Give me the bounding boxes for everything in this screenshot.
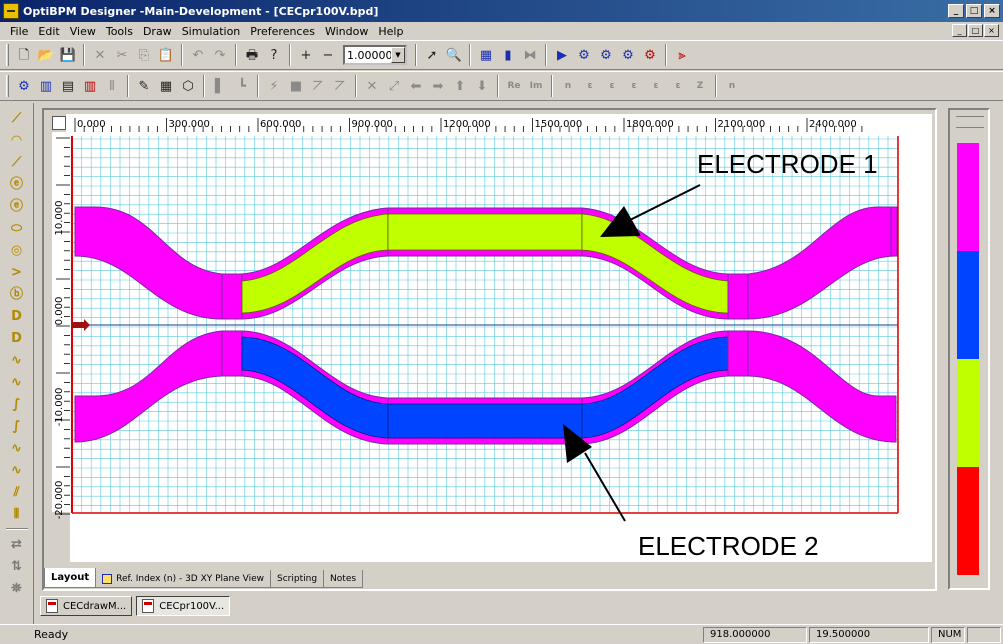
lower-output-straight[interactable] (727, 330, 749, 377)
color-band-green (957, 359, 979, 467)
document-tab-label: CECdrawM... (63, 600, 127, 612)
status-bar: Ready 918.000000 19.500000 NUM (0, 624, 1003, 644)
document-tab-cecpr100v[interactable]: CECpr100V... (136, 596, 231, 616)
x-axis-tick-label: 1500.000 (535, 119, 583, 130)
status-ready: Ready (34, 628, 69, 641)
x-axis-tick-label: 2100.000 (718, 119, 766, 130)
x-axis-tick-label: 1200.000 (443, 119, 491, 130)
electrode-2-straight[interactable] (387, 403, 583, 439)
y-axis-tick-label: 0.000 (54, 297, 65, 326)
triangle-icon (102, 573, 113, 584)
tab-ref-index-label: Ref. Index (n) - 3D XY Plane View (116, 573, 265, 584)
upper-output-end (890, 206, 898, 257)
color-legend-panel (948, 108, 990, 590)
x-axis-tick-label: 1800.000 (626, 119, 674, 130)
electrode-1-label: ELECTRODE 1 (697, 149, 878, 179)
status-y-coordinate: 19.500000 (809, 626, 929, 643)
color-band-blue (957, 251, 979, 359)
document-tab-cecdrawm[interactable]: CECdrawM... (40, 596, 133, 616)
tab-layout[interactable]: Layout (44, 568, 97, 588)
y-axis-tick-label: 10.000 (54, 201, 65, 236)
legend-header (956, 116, 984, 128)
color-band-magenta (957, 143, 979, 251)
y-axis-tick-label: -10.000 (54, 388, 65, 427)
color-band-red (957, 467, 979, 575)
tab-notes[interactable]: Notes (323, 570, 364, 588)
upper-input-straight[interactable] (221, 273, 243, 320)
tab-scripting[interactable]: Scripting (270, 570, 325, 588)
x-axis-labels: 0.000 300.000 600.000 900.000 1200.000 1500.0… (77, 119, 857, 130)
status-num-lock: NUM (931, 626, 965, 643)
x-axis-tick-label: 2400.000 (809, 119, 857, 130)
y-axis-tick-label: -20.000 (54, 481, 65, 520)
x-axis-tick-label: 0.000 (77, 119, 106, 130)
status-empty-cell (967, 626, 1001, 643)
document-icon (46, 599, 58, 613)
electrode-2-label: ELECTRODE 2 (638, 531, 819, 561)
status-x-coordinate: 918.000000 (703, 626, 807, 643)
layout-canvas[interactable]: 0.000 300.000 600.000 900.000 1200.000 1500.0… (0, 0, 1003, 644)
electrode-1-straight[interactable] (387, 213, 583, 251)
x-axis-tick-label: 600.000 (260, 119, 301, 130)
tab-ref-index[interactable]: Ref. Index (n) - 3D XY Plane View (95, 570, 272, 588)
upper-output-straight[interactable] (727, 273, 749, 320)
x-axis-tick-label: 300.000 (169, 119, 210, 130)
view-tabs: Layout Ref. Index (n) - 3D XY Plane View… (44, 568, 364, 588)
document-tab-label: CECpr100V... (159, 600, 225, 612)
document-icon (142, 599, 155, 613)
x-axis-tick-label: 900.000 (352, 119, 393, 130)
lower-input-straight[interactable] (221, 330, 243, 377)
document-tabs: CECdrawM... CECpr100V... (40, 596, 231, 618)
